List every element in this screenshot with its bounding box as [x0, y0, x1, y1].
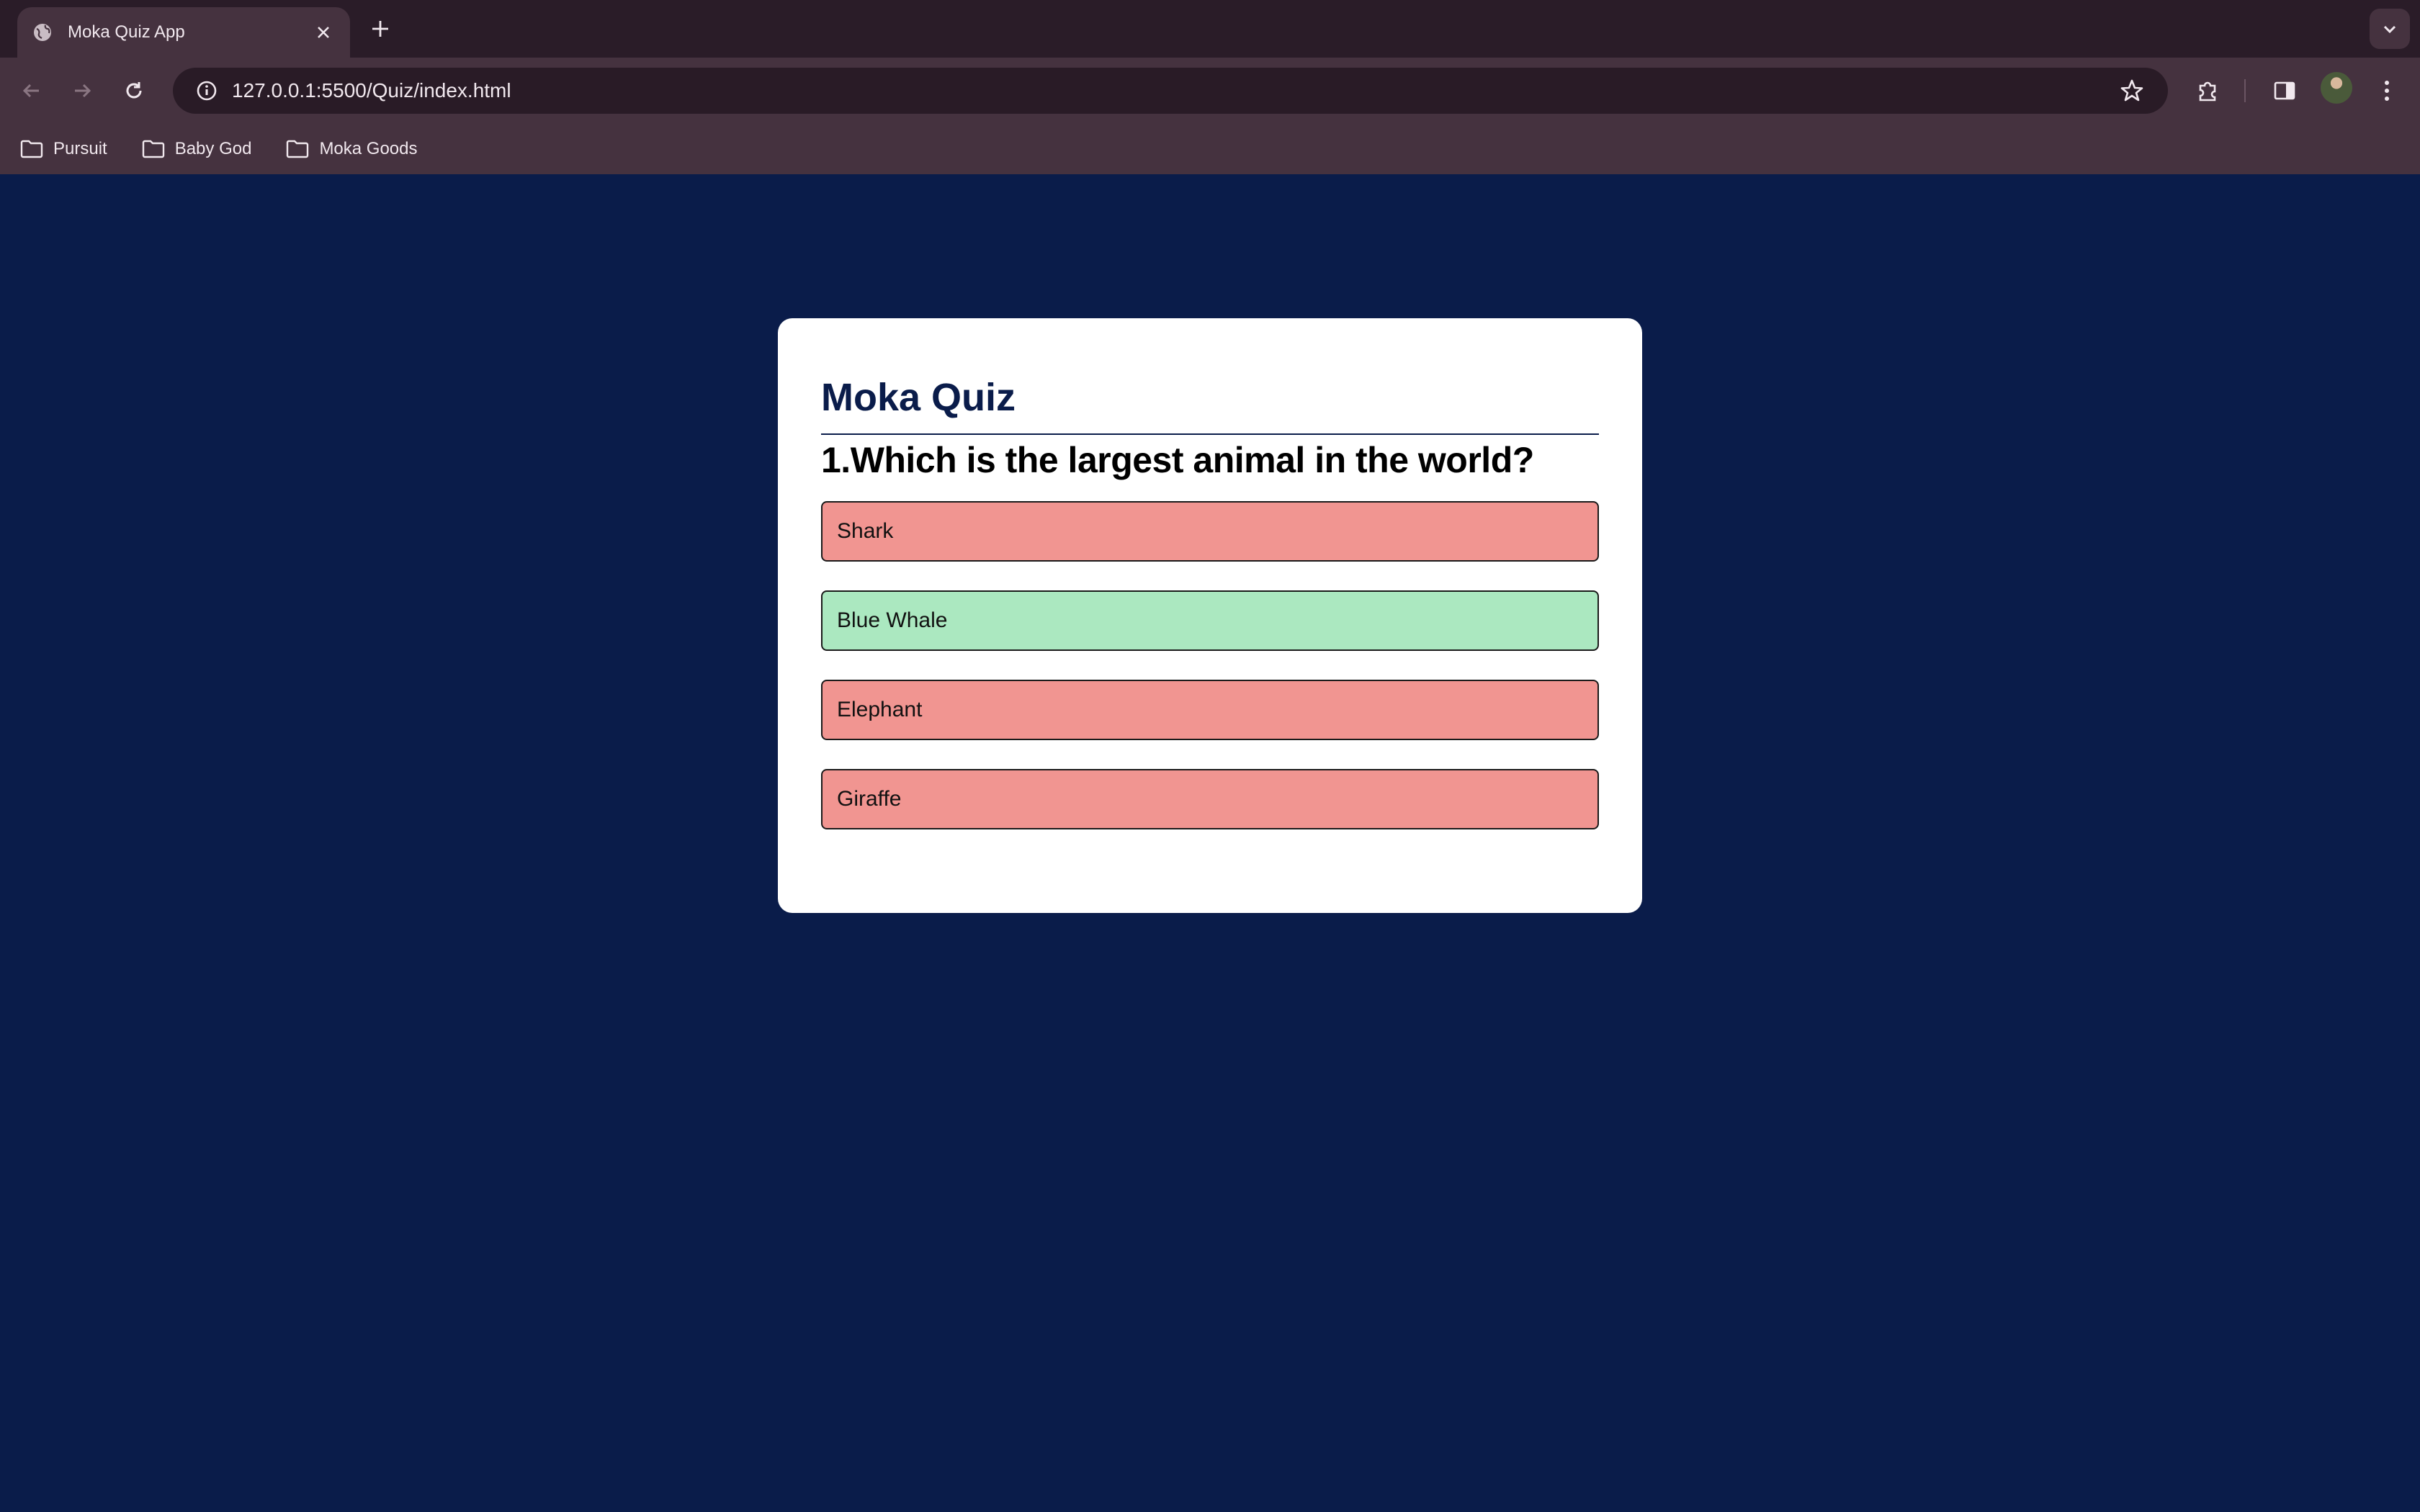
reload-button[interactable] — [115, 72, 153, 109]
url-text: 127.0.0.1:5500/Quiz/index.html — [232, 79, 511, 102]
browser-menu-button[interactable] — [2368, 72, 2406, 109]
arrow-right-icon — [75, 84, 91, 98]
bookmark-folder-moka-goods[interactable]: Moka Goods — [283, 132, 420, 166]
answer-button-blue-whale[interactable]: Blue Whale — [821, 590, 1599, 651]
bookmarks-bar: Pursuit Baby God Moka Goods — [0, 124, 2420, 174]
bookmark-folder-baby-god[interactable]: Baby God — [139, 132, 255, 166]
folder-icon — [142, 140, 164, 158]
back-button[interactable] — [13, 72, 50, 109]
side-panel-button[interactable] — [2266, 72, 2303, 109]
bookmark-label: Baby God — [174, 139, 252, 158]
folder-icon — [20, 140, 43, 158]
answer-button-elephant[interactable]: Elephant — [821, 680, 1599, 740]
chevron-down-icon — [2383, 25, 2396, 34]
tab-active[interactable]: Moka Quiz App — [17, 7, 350, 58]
title-divider — [821, 433, 1599, 435]
page-viewport: Moka Quiz 1.Which is the largest animal … — [0, 174, 2420, 1512]
toolbar-divider — [2244, 79, 2246, 102]
bookmark-label: Moka Goods — [319, 139, 418, 158]
kebab-menu-icon — [2385, 81, 2389, 101]
answer-button-shark[interactable]: Shark — [821, 501, 1599, 562]
tab-search-button[interactable] — [2370, 9, 2410, 49]
app-title: Moka Quiz — [821, 376, 1016, 419]
site-info-icon[interactable] — [182, 80, 232, 102]
bookmark-star-icon[interactable] — [2118, 76, 2146, 105]
side-panel-icon — [2274, 81, 2295, 100]
bookmark-label: Pursuit — [53, 139, 107, 158]
answer-button-giraffe[interactable]: Giraffe — [821, 769, 1599, 829]
answer-list: Shark Blue Whale Elephant Giraffe — [821, 501, 1599, 829]
close-tab-icon[interactable] — [311, 20, 336, 45]
address-bar[interactable]: 127.0.0.1:5500/Quiz/index.html — [173, 68, 2168, 114]
arrow-left-icon — [22, 84, 39, 98]
folder-icon — [287, 140, 309, 158]
puzzle-icon — [2199, 81, 2216, 102]
reload-icon — [126, 82, 142, 99]
extensions-button[interactable] — [2190, 72, 2227, 109]
globe-icon — [32, 22, 53, 43]
question-text: 1.Which is the largest animal in the wor… — [821, 440, 1534, 480]
tab-strip: Moka Quiz App — [0, 0, 2420, 58]
bookmark-folder-pursuit[interactable]: Pursuit — [17, 132, 110, 166]
new-tab-button[interactable] — [364, 13, 396, 45]
browser-toolbar: 127.0.0.1:5500/Quiz/index.html — [0, 58, 2420, 124]
forward-button[interactable] — [63, 72, 101, 109]
tab-title: Moka Quiz App — [68, 22, 185, 42]
profile-avatar[interactable] — [2321, 72, 2352, 104]
quiz-card: Moka Quiz 1.Which is the largest animal … — [778, 318, 1642, 913]
